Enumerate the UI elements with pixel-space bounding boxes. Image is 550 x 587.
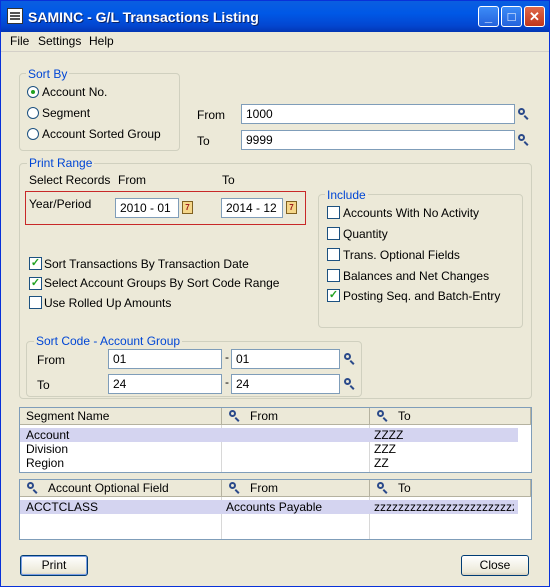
sort-code-label: Sort Code - Account Group (34, 334, 183, 348)
segment-from-cell (226, 456, 366, 470)
account-to-finder-icon[interactable] (517, 133, 531, 147)
sort-code-from2-input[interactable]: 01 (231, 349, 340, 369)
calendar-to-icon[interactable]: 7 (286, 201, 297, 214)
sort-code-to1-input[interactable]: 24 (108, 374, 222, 394)
year-period-label: Year/Period (29, 197, 92, 211)
minimize-button[interactable]: _ (478, 6, 499, 27)
menu-settings[interactable]: Settings (38, 34, 81, 48)
segment-from-header[interactable]: From (222, 408, 370, 425)
segment-name-header[interactable]: Segment Name (20, 408, 222, 425)
title-bar[interactable]: SAMINC - G/L Transactions Listing _ □ ✕ (1, 1, 549, 32)
quantity-checkbox[interactable] (327, 227, 340, 240)
table-row[interactable]: ACCTCLASS Accounts Payable zzzzzzzzzzzzz… (20, 500, 518, 514)
radio-account-no-label: Account No. (42, 85, 108, 99)
trans-optional-fields-label: Trans. Optional Fields (343, 248, 460, 262)
segment-from-finder-icon[interactable] (228, 409, 242, 423)
account-from-finder-icon[interactable] (517, 107, 531, 121)
account-to-label: To (197, 134, 210, 148)
table-row[interactable]: Division ZZZ (20, 442, 518, 456)
maximize-button[interactable]: □ (501, 6, 522, 27)
segment-to-cell: ZZZ (374, 442, 396, 456)
segment-name-cell: Division (26, 442, 69, 456)
sort-code-from-separator: - (225, 350, 229, 364)
trans-optional-fields-checkbox[interactable] (327, 248, 340, 261)
optional-from-finder-icon[interactable] (228, 481, 242, 495)
optional-field-cell: ACCTCLASS (26, 500, 99, 514)
year-period-from-input[interactable]: 2010 - 01 (115, 198, 179, 218)
to-column-header: To (222, 173, 235, 187)
optional-field-header[interactable]: Account Optional Field (20, 480, 222, 497)
accounts-no-activity-checkbox[interactable] (327, 206, 340, 219)
segment-name-cell: Region (26, 456, 65, 470)
account-from-label: From (197, 108, 225, 122)
year-period-to-input[interactable]: 2014 - 12 (221, 198, 283, 218)
segment-from-cell (226, 428, 366, 442)
sort-code-to2-input[interactable]: 24 (231, 374, 340, 394)
balances-net-changes-label: Balances and Net Changes (343, 269, 490, 283)
use-rolled-up-amounts-label: Use Rolled Up Amounts (44, 296, 172, 310)
sort-by-transaction-date-checkbox[interactable]: ✓ (29, 257, 42, 270)
optional-from-header[interactable]: From (222, 480, 370, 497)
print-button[interactable]: Print (20, 555, 88, 576)
optional-to-cell: zzzzzzzzzzzzzzzzzzzzzzzz... (374, 500, 514, 514)
close-button[interactable]: Close (461, 555, 529, 576)
sort-code-to-finder-icon[interactable] (343, 377, 357, 391)
optional-to-finder-icon[interactable] (376, 481, 390, 495)
select-groups-by-sort-code-label: Select Account Groups By Sort Code Range (44, 276, 280, 290)
radio-segment-label: Segment (42, 106, 91, 120)
optional-field-grid[interactable]: Account Optional Field From To ACCTCLASS… (19, 479, 532, 540)
gl-transactions-window: SAMINC - G/L Transactions Listing _ □ ✕ … (0, 0, 550, 587)
quantity-label: Quantity (343, 227, 388, 241)
sort-code-from1-input[interactable]: 01 (108, 349, 222, 369)
use-rolled-up-amounts-checkbox[interactable] (29, 296, 42, 309)
menu-bar: File Settings Help (1, 32, 549, 52)
sort-code-to-separator: - (225, 375, 229, 389)
table-row[interactable]: Region ZZ (20, 456, 518, 470)
menu-file[interactable]: File (10, 34, 29, 48)
select-groups-by-sort-code-checkbox[interactable]: ✓ (29, 277, 42, 290)
account-to-input[interactable]: 9999 (241, 130, 515, 150)
posting-seq-batch-entry-label: Posting Seq. and Batch-Entry (343, 289, 501, 303)
sort-code-from-label: From (37, 353, 65, 367)
segment-grid[interactable]: Segment Name From To Account ZZZZ Divisi… (19, 407, 532, 473)
optional-from-cell: Accounts Payable (226, 500, 323, 514)
segment-to-finder-icon[interactable] (376, 409, 390, 423)
sort-by-label: Sort By (26, 67, 70, 81)
app-icon[interactable] (7, 8, 23, 24)
window-title: SAMINC - G/L Transactions Listing (28, 9, 259, 25)
menu-help[interactable]: Help (89, 34, 114, 48)
optional-to-header[interactable]: To (370, 480, 531, 497)
accounts-no-activity-label: Accounts With No Activity (343, 206, 480, 220)
print-range-label: Print Range (27, 156, 95, 170)
posting-seq-batch-entry-checkbox[interactable]: ✓ (327, 289, 340, 302)
segment-to-cell: ZZ (374, 456, 389, 470)
table-row[interactable]: Account ZZZZ (20, 428, 518, 442)
radio-account-sorted-group-label: Account Sorted Group (42, 127, 161, 141)
account-from-input[interactable]: 1000 (241, 104, 515, 124)
radio-account-sorted-group[interactable] (27, 128, 39, 140)
radio-segment[interactable] (27, 107, 39, 119)
radio-account-no[interactable] (27, 86, 39, 98)
optional-field-finder-icon[interactable] (26, 481, 40, 495)
balances-net-changes-checkbox[interactable] (327, 269, 340, 282)
segment-from-cell (226, 442, 366, 456)
segment-to-cell: ZZZZ (374, 428, 404, 442)
segment-name-cell: Account (26, 428, 70, 442)
include-label: Include (325, 188, 368, 202)
from-column-header: From (118, 173, 146, 187)
segment-to-header[interactable]: To (370, 408, 531, 425)
calendar-from-icon[interactable]: 7 (182, 201, 193, 214)
sort-code-to-label: To (37, 378, 50, 392)
sort-code-from-finder-icon[interactable] (343, 352, 357, 366)
sort-by-transaction-date-label: Sort Transactions By Transaction Date (44, 257, 249, 271)
close-window-button[interactable]: ✕ (524, 6, 545, 27)
select-records-label: Select Records (29, 173, 111, 187)
